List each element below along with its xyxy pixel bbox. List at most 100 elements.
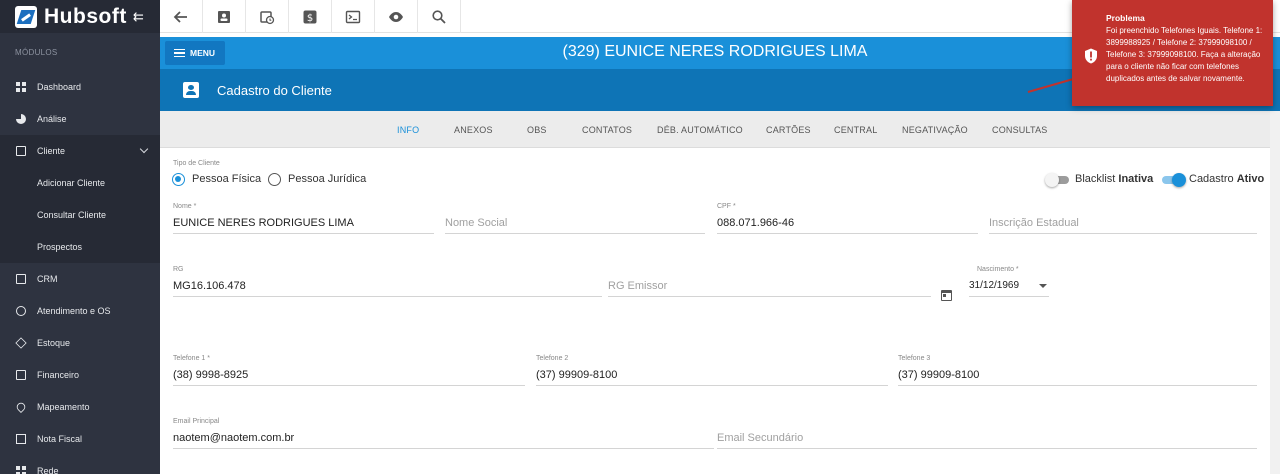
contact-card-button[interactable] [203, 0, 246, 33]
email-principal-label: Email Principal [173, 418, 220, 425]
pessoa-fisica-label: Pessoa Física [192, 173, 262, 185]
toggle-knob [1172, 173, 1186, 187]
modules-label: MÓDULOS [15, 48, 58, 57]
dollar-icon: $ [303, 10, 317, 24]
divider [717, 233, 978, 234]
chevron-down-icon[interactable] [1039, 284, 1047, 288]
rg-field[interactable]: MG16.106.478 [173, 280, 246, 292]
sidebar-item-label: Cliente [37, 146, 66, 156]
sidebar-item-label: Estoque [37, 338, 71, 348]
email-principal-field[interactable]: naotem@naotem.com.br [173, 432, 294, 444]
divider [536, 385, 888, 386]
sidebar-item-financeiro[interactable]: Financeiro [0, 359, 160, 391]
calendar-icon[interactable] [941, 290, 952, 301]
nome-social-field[interactable]: Nome Social [445, 217, 507, 229]
nome-field[interactable]: EUNICE NERES RODRIGUES LIMA [173, 217, 354, 229]
sidebar-subitem-adicionar-cliente[interactable]: Adicionar Cliente [0, 167, 160, 199]
rg-label: RG [173, 266, 184, 273]
cpf-field[interactable]: 088.071.966-46 [717, 217, 794, 229]
divider [989, 233, 1257, 234]
sidebar-item-mapeamento[interactable]: Mapeamento [0, 391, 160, 423]
sidebar-item-label: Nota Fiscal [37, 434, 83, 444]
cpf-label: CPF * [717, 203, 736, 210]
sidebar: Hubsoft ⇇ MÓDULOS Dashboard Análise Clie… [0, 0, 160, 474]
sidebar-item-dashboard[interactable]: Dashboard [0, 71, 160, 103]
divider [445, 233, 705, 234]
cadastro-toggle[interactable] [1162, 173, 1186, 187]
back-arrow-icon [173, 10, 187, 23]
chevron-down-icon [139, 144, 149, 154]
divider [898, 385, 1257, 386]
tab-info[interactable]: INFO [397, 125, 419, 135]
sidebar-item-cliente[interactable]: Cliente [0, 135, 160, 167]
financial-button[interactable]: $ [289, 0, 332, 33]
view-button[interactable] [375, 0, 418, 33]
sidebar-item-label: Análise [37, 114, 67, 124]
tab-consultas[interactable]: CONSULTAS [992, 125, 1047, 135]
tab-cartoes[interactable]: CARTÕES [766, 125, 811, 135]
sidebar-item-nota-fiscal[interactable]: Nota Fiscal [0, 423, 160, 455]
error-notification[interactable]: Problema Foi preenchido Telefones Iguais… [1072, 0, 1273, 106]
sidebar-item-label: Mapeamento [37, 402, 90, 412]
tab-contatos[interactable]: CONTATOS [582, 125, 632, 135]
dashboard-icon [16, 82, 26, 92]
hubsoft-logo-icon [15, 5, 37, 28]
nascimento-field[interactable]: 31/12/1969 [969, 280, 1019, 291]
brand: Hubsoft ⇇ [0, 0, 160, 33]
divider [717, 448, 1257, 449]
divider [173, 448, 714, 449]
contact-card-icon [16, 146, 26, 156]
terminal-button[interactable] [332, 0, 375, 33]
divider [173, 296, 602, 297]
telefone-1-field[interactable]: (38) 9998-8925 [173, 369, 248, 381]
telefone-2-field[interactable]: (37) 99909-8100 [536, 369, 617, 381]
terminal-icon [345, 10, 361, 23]
client-form: Tipo de Cliente Pessoa Física Pessoa Jur… [160, 148, 1270, 474]
eye-icon [389, 11, 403, 22]
tab-bar: INFO ANEXOS OBS CONTATOS DÉB. AUTOMÁTICO… [160, 111, 1270, 148]
box-icon [15, 337, 27, 349]
brand-name: Hubsoft [44, 4, 127, 28]
divider [173, 233, 434, 234]
sidebar-item-estoque[interactable]: Estoque [0, 327, 160, 359]
sidebar-subitem-consultar-cliente[interactable]: Consultar Cliente [0, 199, 160, 231]
tab-obs[interactable]: OBS [527, 125, 547, 135]
sidebar-item-label: Dashboard [37, 82, 82, 92]
pessoa-fisica-radio[interactable] [172, 173, 185, 186]
page-scrollbar[interactable] [1270, 111, 1280, 474]
tab-negativacao[interactable]: NEGATIVAÇÃO [902, 125, 968, 135]
schedule-button[interactable] [246, 0, 289, 33]
clock-icon [16, 306, 26, 316]
pessoa-juridica-radio[interactable] [268, 173, 281, 186]
notification-title: Problema [1106, 13, 1145, 23]
telefone-3-field[interactable]: (37) 99909-8100 [898, 369, 979, 381]
search-button[interactable] [418, 0, 461, 33]
nome-label: Nome * [173, 203, 197, 210]
tab-central[interactable]: CENTRAL [834, 125, 877, 135]
pie-chart-icon [16, 114, 26, 124]
document-icon [16, 434, 26, 444]
sidebar-item-rede[interactable]: Rede [0, 455, 160, 474]
rg-emissor-field[interactable]: RG Emissor [608, 280, 667, 292]
svg-text:$: $ [307, 13, 313, 24]
tab-anexos[interactable]: ANEXOS [454, 125, 493, 135]
toggle-knob [1045, 173, 1059, 187]
crm-icon [16, 274, 26, 284]
telefone-1-label: Telefone 1 * [173, 355, 210, 362]
sidebar-item-crm[interactable]: CRM [0, 263, 160, 295]
sidebar-item-atendimento[interactable]: Atendimento e OS [0, 295, 160, 327]
network-icon [16, 466, 26, 474]
sidebar-item-analise[interactable]: Análise [0, 103, 160, 135]
divider [608, 296, 931, 297]
inscricao-estadual-field[interactable]: Inscrição Estadual [989, 217, 1079, 229]
tab-deb-automatico[interactable]: DÉB. AUTOMÁTICO [657, 125, 743, 135]
back-button[interactable] [160, 0, 203, 33]
email-secundario-field[interactable]: Email Secundário [717, 432, 803, 444]
shield-alert-icon [1085, 48, 1097, 64]
blacklist-toggle[interactable] [1045, 173, 1069, 187]
collapse-sidebar-icon[interactable]: ⇇ [133, 9, 144, 25]
contact-card-icon [218, 10, 230, 23]
sidebar-item-label: Rede [37, 466, 59, 474]
section-title: Cadastro do Cliente [217, 83, 332, 98]
sidebar-subitem-prospectos[interactable]: Prospectos [0, 231, 160, 263]
